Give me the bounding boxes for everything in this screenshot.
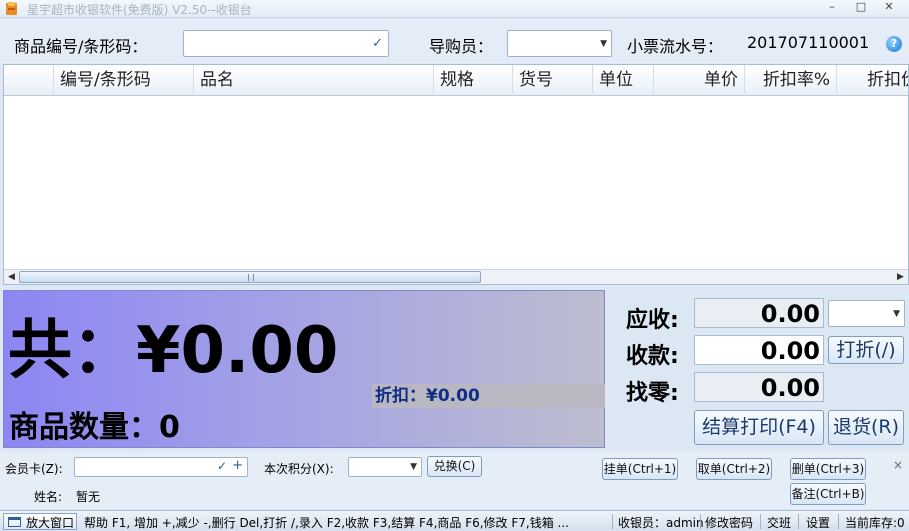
hang-order-button[interactable]: 挂单(Ctrl+1)	[602, 458, 678, 480]
guide-select[interactable]: ▼	[507, 30, 612, 57]
scroll-left-icon[interactable]: ◀	[4, 270, 19, 284]
change-label: 找零:	[626, 381, 679, 406]
column-header[interactable]: 品名	[193, 65, 433, 96]
received-label: 收款:	[626, 344, 679, 369]
window-title: 星宇超市收银软件(免费版) V2.50--收银台	[27, 3, 252, 17]
chevron-down-icon[interactable]: ▼	[893, 309, 900, 319]
grid-header: 编号/条形码 品名 规格 货号 单位 单价 折扣率% 折扣价	[4, 65, 908, 96]
divider	[760, 514, 761, 529]
column-header[interactable]: 货号	[512, 65, 592, 96]
app-logo-icon	[6, 2, 17, 15]
window-icon	[8, 517, 21, 527]
check-icon[interactable]: ✓	[217, 459, 227, 473]
help-icon[interactable]: ?	[886, 36, 902, 52]
receivable-field: 0.00	[694, 298, 824, 328]
horizontal-scrollbar[interactable]: ◀ ▶	[4, 269, 908, 284]
change-password-link[interactable]: 修改密码	[705, 514, 753, 531]
maximize-button[interactable]: □	[847, 0, 875, 16]
discount-button[interactable]: 打折(/)	[828, 336, 904, 364]
handover-link[interactable]: 交班	[767, 514, 791, 531]
member-card-label: 会员卡(Z):	[5, 462, 63, 476]
close-button[interactable]: ✕	[875, 0, 903, 16]
member-name: 暂无	[76, 490, 101, 504]
title-bar: 星宇超市收银软件(免费版) V2.50--收银台 – □ ✕	[0, 0, 909, 18]
search-row: 商品编号/条形码： ✓ 导购员： ▼ 小票流水号： 201707110001 ?	[0, 19, 909, 63]
column-header[interactable]: 折扣率%	[744, 65, 836, 96]
item-quantity: 商品数量：0	[9, 410, 180, 445]
code-label: 商品编号/条形码：	[14, 37, 148, 56]
chevron-down-icon[interactable]: ▼	[410, 462, 417, 472]
scroll-grip-icon	[248, 274, 254, 281]
current-stock-text: 当前库存:0	[845, 516, 905, 530]
scroll-right-icon[interactable]: ▶	[893, 270, 908, 284]
member-area: 会员卡(Z): ✓ + 本次积分(X): ▼ 兑换(C) 姓名: 暂无 挂单(C…	[0, 452, 909, 509]
settings-link[interactable]: 设置	[806, 514, 830, 531]
row-indicator-header	[4, 65, 53, 96]
cashier-text: 收银员：admin	[618, 516, 704, 530]
change-field: 0.00	[694, 372, 824, 402]
scroll-thumb[interactable]	[19, 271, 481, 283]
minimize-button[interactable]: –	[818, 0, 846, 16]
delete-order-button[interactable]: 删单(Ctrl+3)	[790, 458, 866, 480]
divider	[838, 514, 839, 529]
discount-select[interactable]: ▼	[828, 300, 905, 327]
payment-panel: 应收: 0.00 ▼ 收款: 0.00 打折(/) 找零: 0.00 结算打印(…	[608, 290, 909, 448]
status-bar: 放大窗口 帮助 F1, 增加 +,减少 -,删行 Del,打折 /,录入 F2,…	[0, 510, 909, 531]
shortcut-help-text: 帮助 F1, 增加 +,减少 -,删行 Del,打折 /,录入 F2,收款 F3…	[84, 516, 569, 530]
chevron-down-icon[interactable]: ▼	[600, 39, 607, 49]
divider	[700, 514, 701, 529]
guide-label: 导购员：	[429, 37, 494, 56]
points-label: 本次积分(X):	[264, 462, 334, 476]
column-header[interactable]: 单位	[592, 65, 653, 96]
total-amount: 共：¥0.00	[8, 314, 339, 388]
column-header[interactable]: 规格	[433, 65, 512, 96]
receipt-label: 小票流水号：	[627, 37, 724, 56]
dropdown-check-icon[interactable]: ✓	[372, 35, 383, 50]
note-button[interactable]: 备注(Ctrl+B)	[790, 483, 866, 505]
total-panel: 共：¥0.00 折扣：¥0.00 商品数量：0	[3, 290, 605, 448]
receivable-label: 应收:	[626, 308, 679, 333]
column-header[interactable]: 编号/条形码	[53, 65, 193, 96]
points-select[interactable]: ▼	[348, 457, 422, 477]
enlarge-window-label: 放大窗口	[26, 516, 75, 530]
redeem-button[interactable]: 兑换(C)	[427, 456, 482, 477]
column-header[interactable]: 折扣价	[836, 65, 908, 96]
divider	[798, 514, 799, 529]
add-icon[interactable]: +	[232, 458, 243, 473]
receipt-number: 201707110001	[747, 33, 870, 52]
checkout-print-button[interactable]: 结算打印(F4)	[694, 410, 824, 445]
code-input[interactable]: ✓	[183, 30, 389, 57]
close-icon[interactable]: ×	[893, 458, 903, 472]
enlarge-window-button[interactable]: 放大窗口	[3, 513, 77, 530]
member-card-input[interactable]: ✓ +	[74, 457, 248, 477]
divider	[612, 514, 613, 529]
column-header[interactable]: 单价	[653, 65, 744, 96]
discount-amount: 折扣：¥0.00	[372, 384, 605, 408]
refund-button[interactable]: 退货(R)	[828, 410, 904, 445]
take-order-button[interactable]: 取单(Ctrl+2)	[696, 458, 772, 480]
received-input[interactable]: 0.00	[694, 335, 824, 365]
product-grid[interactable]: 编号/条形码 品名 规格 货号 单位 单价 折扣率% 折扣价 ◀ ▶	[3, 64, 909, 285]
name-label: 姓名:	[34, 490, 63, 504]
